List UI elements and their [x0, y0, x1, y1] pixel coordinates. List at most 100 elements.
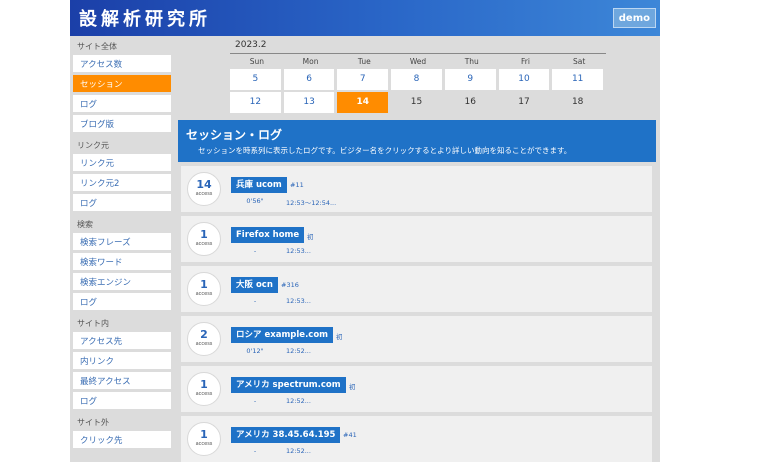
visit-number: #11 [290, 181, 304, 189]
visit-number: 初 [336, 333, 343, 341]
visit-number: 初 [307, 233, 314, 241]
sidebar-item[interactable]: 検索エンジン [73, 273, 171, 290]
session-duration: - [253, 447, 257, 455]
session-time: 12:52... [286, 347, 311, 355]
demo-badge: demo [612, 8, 656, 28]
sidebar-item[interactable]: 検索ワード [73, 253, 171, 270]
calendar-weekday-label: Wed [409, 57, 427, 66]
visitor-link[interactable]: Firefox home [231, 227, 305, 243]
session-time: 12:52... [286, 397, 311, 405]
access-label: access [195, 441, 213, 447]
visitor-link[interactable]: アメリカ 38.45.64.195 [231, 427, 341, 443]
sidebar-item[interactable]: ログ [73, 194, 171, 211]
session-row: 1 access アメリカ spectrum.com 初 - 12:52... [181, 366, 652, 412]
calendar-day[interactable]: 9 [444, 69, 496, 90]
session-time: 12:52... [286, 447, 311, 455]
sidebar-item[interactable]: アクセス先 [73, 332, 171, 349]
access-label: access [195, 391, 213, 397]
calendar-weekday-label: Sat [573, 57, 586, 66]
session-log-header: セッション・ログ セッションを時系列に表示したログです。ビジター名をクリックする… [178, 120, 656, 162]
sidebar-item[interactable]: ブログ版 [73, 115, 171, 132]
access-count-badge: 1 access [187, 222, 221, 256]
calendar-day[interactable]: 6 [283, 69, 335, 90]
session-list: 14 access 兵庫 ucom #11 0'56" 12:53～12:54... 1 ac… [181, 166, 652, 462]
access-label: access [195, 341, 213, 347]
sidebar-item[interactable]: セッション [73, 75, 171, 92]
calendar-weekday-label: Fri [520, 57, 530, 66]
sidebar-section-heading: サイト全体 [77, 42, 117, 51]
calendar-weekday-label: Tue [357, 57, 371, 66]
access-count: 1 [200, 278, 208, 291]
access-count: 1 [200, 228, 208, 241]
calendar-day: 15 [410, 97, 423, 107]
access-count: 1 [200, 378, 208, 391]
sidebar-section-heading: サイト外 [77, 418, 109, 427]
calendar-day[interactable]: 10 [498, 69, 550, 90]
calendar-divider [230, 53, 606, 54]
sidebar-item[interactable]: ログ [73, 95, 171, 112]
sidebar-section-heading: リンク元 [77, 141, 109, 150]
session-row: 1 access アメリカ 38.45.64.195 #41 - 12:52... [181, 416, 652, 462]
calendar-month: 2023.2 [235, 40, 267, 50]
app-window: 設解析研究所 demo サイト全体 アクセス数 セッション ログ ブログ版 リンク元 リンク… [70, 0, 660, 462]
access-count: 14 [196, 178, 212, 191]
visitor-link[interactable]: 兵庫 ucom [231, 177, 287, 193]
header-bar: 設解析研究所 demo [70, 0, 660, 36]
calendar-day[interactable]: 5 [230, 69, 281, 90]
calendar-day[interactable]: 11 [552, 69, 604, 90]
session-time: 12:53... [286, 247, 311, 255]
access-label: access [195, 191, 213, 197]
session-duration: 0'56" [246, 197, 264, 205]
sidebar-item[interactable]: リンク元 [73, 154, 171, 171]
session-row: 1 access Firefox home 初 - 12:53... [181, 216, 652, 262]
sidebar-nav: サイト全体 アクセス数 セッション ログ ブログ版 リンク元 リンク元 リンク元2 ログ 検索 検索… [70, 36, 177, 462]
calendar-weekday-label: Thu [464, 57, 479, 66]
visitor-link[interactable]: ロシア example.com [231, 327, 334, 343]
sidebar-item[interactable]: アクセス数 [73, 55, 171, 72]
access-count: 1 [200, 428, 208, 441]
sidebar-item[interactable]: ログ [73, 293, 171, 310]
site-logo[interactable]: 設解析研究所 [79, 5, 211, 31]
sidebar-item[interactable]: 内リンク [73, 352, 171, 369]
session-duration: - [253, 397, 257, 405]
calendar-day[interactable]: 8 [391, 69, 442, 90]
calendar-day: 18 [571, 97, 584, 107]
calendar-day[interactable]: 13 [283, 92, 335, 113]
visit-number: #316 [281, 281, 299, 289]
visit-number: 初 [349, 383, 356, 391]
session-time: 12:53～12:54... [286, 199, 337, 207]
calendar-day: 17 [518, 97, 530, 107]
sidebar-item[interactable]: リンク元2 [73, 174, 171, 191]
calendar: 2023.2 Sun Mon Tue Wed Thu Fri Sat 5 6 7 8 9 10 11 12… [230, 38, 606, 114]
sidebar-item[interactable]: ログ [73, 392, 171, 409]
session-row: 14 access 兵庫 ucom #11 0'56" 12:53～12:54... [181, 166, 652, 212]
session-row: 2 access ロシア example.com 初 0'12" 12:52... [181, 316, 652, 362]
visitor-link[interactable]: 大阪 ocn [231, 277, 278, 293]
visitor-link[interactable]: アメリカ spectrum.com [231, 377, 346, 393]
calendar-day: 16 [464, 97, 476, 107]
session-time: 12:53... [286, 297, 311, 305]
access-label: access [195, 291, 213, 297]
calendar-day[interactable]: 7 [337, 69, 389, 90]
access-count-badge: 1 access [187, 372, 221, 406]
calendar-weekday-row: Sun Mon Tue Wed Thu Fri Sat [230, 56, 606, 68]
session-row: 1 access 大阪 ocn #316 - 12:53... [181, 266, 652, 312]
calendar-week-row: 5 6 7 8 9 10 11 [230, 68, 606, 91]
calendar-weeks: 5 6 7 8 9 10 11 12 13 14 15 16 17 18 [230, 68, 606, 114]
calendar-week-row: 12 13 14 15 16 17 18 [230, 91, 606, 114]
sidebar-section-heading: サイト内 [77, 319, 109, 328]
calendar-day[interactable]: 14 [337, 92, 389, 113]
calendar-weekday-label: Sun [249, 57, 264, 66]
access-count-badge: 14 access [187, 172, 221, 206]
session-log-description: セッションを時系列に表示したログです。ビジター名をクリックするとより詳しい動向を… [198, 146, 572, 155]
visit-number: #41 [343, 431, 357, 439]
session-duration: 0'12" [246, 347, 264, 355]
access-label: access [195, 241, 213, 247]
access-count-badge: 2 access [187, 322, 221, 356]
session-log-title: セッション・ログ [186, 128, 283, 142]
sidebar-item[interactable]: 最終アクセス [73, 372, 171, 389]
sidebar-item[interactable]: クリック先 [73, 431, 171, 448]
calendar-day[interactable]: 12 [230, 92, 281, 113]
access-count-badge: 1 access [187, 422, 221, 456]
sidebar-item[interactable]: 検索フレーズ [73, 233, 171, 250]
